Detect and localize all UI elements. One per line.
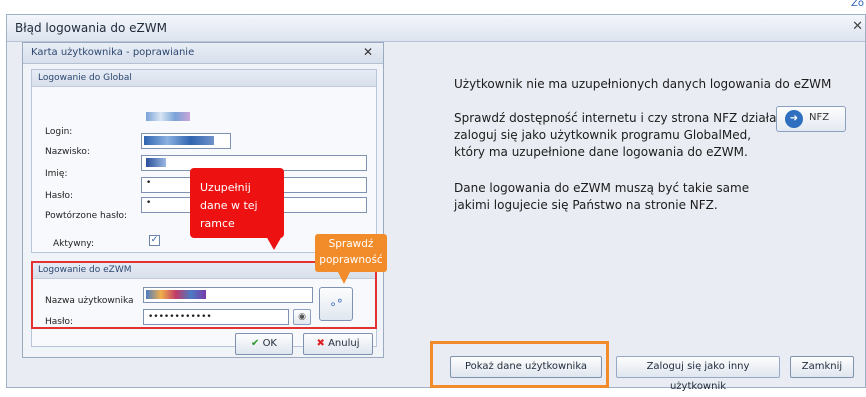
check-credentials-icon[interactable]: ∘° [319, 287, 353, 321]
orange-callout: Sprawdź poprawność [315, 234, 387, 272]
cancel-button-label: Anuluj [328, 338, 360, 349]
message-check-internet: Sprawdź dostępność internetu i czy stron… [454, 111, 781, 159]
login-other-user-button[interactable]: Zaloguj się jako inny użytkownik [616, 356, 780, 392]
global-login-group-title: Logowanie do Global [32, 70, 376, 87]
nfz-button-label: NFZ [809, 112, 830, 123]
nfz-button[interactable]: ➜ NFZ [776, 106, 846, 132]
ezwm-password-label: Hasło: [45, 317, 74, 327]
show-password-icon[interactable]: ◉ [293, 309, 311, 325]
red-callout: Uzupełnij dane w tej ramce [190, 168, 284, 238]
ok-button-label: OK [262, 338, 277, 349]
dialog-title: Błąd logowania do eZWM [15, 21, 167, 35]
ezwm-username-field[interactable] [143, 287, 313, 303]
dialog-titlebar: Błąd logowania do eZWM ✕ [7, 15, 865, 42]
message-same-credentials: Dane logowania do eZWM muszą być takie s… [454, 181, 750, 212]
orange-callout-tail [338, 272, 350, 284]
active-checkbox[interactable]: ✓ [149, 235, 160, 246]
surname-field[interactable] [141, 133, 231, 149]
surname-label: Nazwisko: [45, 147, 90, 157]
password-repeat-label: Powtórzone hasło: [45, 211, 128, 221]
name-obscured-value [146, 158, 166, 167]
ezwm-username-label: Nazwa użytkownika [45, 296, 134, 306]
corner-link[interactable]: Zo [851, 0, 864, 9]
show-user-data-button[interactable]: Pokaż dane użytkownika [450, 356, 602, 378]
active-label: Aktywny: [53, 239, 94, 249]
cross-icon: ✖ [316, 338, 325, 349]
top-strip: Zo [0, 0, 866, 14]
user-card-titlebar: Karta użytkownika - poprawianie ✕ [23, 43, 383, 64]
dialog-close-icon[interactable]: ✕ [852, 19, 863, 34]
globe-icon: ➜ [785, 110, 803, 128]
ok-button[interactable]: ✔ OK [235, 333, 293, 355]
login-label: Login: [45, 127, 73, 137]
checkmark-icon: ✔ [250, 338, 260, 349]
red-callout-tail [266, 236, 282, 250]
login-obscured-value [146, 112, 190, 121]
ezwm-username-obscured-value [146, 290, 206, 299]
password-label: Hasło: [45, 191, 74, 201]
user-card-title: Karta użytkownika - poprawianie [31, 47, 195, 58]
ezwm-password-field[interactable]: •••••••••••• [143, 309, 289, 325]
surname-obscured-value [144, 136, 214, 145]
message-missing-data: Użytkownik nie ma uzupełnionych danych l… [454, 77, 832, 91]
cancel-button[interactable]: ✖ Anuluj [303, 333, 373, 355]
login-field[interactable] [141, 109, 231, 125]
name-label: Imię: [45, 169, 68, 179]
close-button[interactable]: Zamknij [790, 356, 854, 378]
user-card-close-icon[interactable]: ✕ [363, 45, 373, 59]
